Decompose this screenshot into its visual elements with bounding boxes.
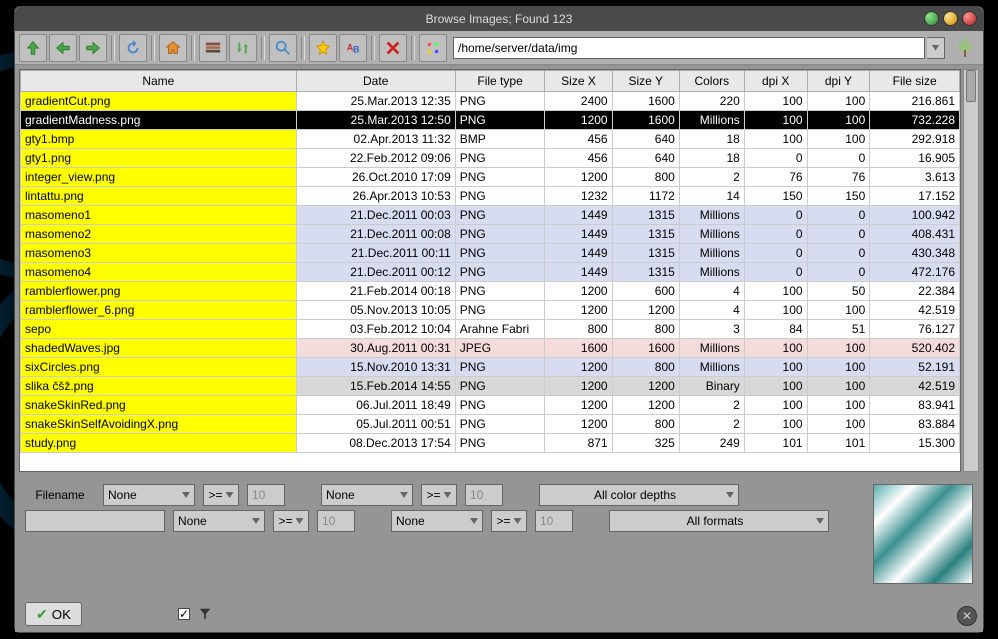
zoom-button[interactable]	[269, 34, 297, 62]
home-button[interactable]	[159, 34, 187, 62]
svg-text:B: B	[353, 44, 360, 54]
table-row[interactable]: gradientMadness.png25.Mar.2013 12:50PNG1…	[21, 111, 960, 130]
table-row[interactable]: ramblerflower_6.png05.Nov.2013 10:05PNG1…	[21, 301, 960, 320]
filter-panel: Filename None >= None >= All color depth…	[15, 472, 983, 596]
toolbar: AB	[15, 31, 983, 65]
filename-input[interactable]	[25, 510, 165, 532]
table-row[interactable]: lintattu.png26.Apr.2013 10:53PNG12321172…	[21, 187, 960, 206]
filter-op-3[interactable]: >=	[273, 510, 309, 532]
window-title: Browse Images; Found 123	[426, 12, 573, 26]
filter-op-2[interactable]: >=	[421, 484, 457, 506]
star-button[interactable]	[309, 34, 337, 62]
table-row[interactable]: masomeno121.Dec.2011 00:03PNG14491315Mil…	[21, 206, 960, 225]
ok-button[interactable]: ✔OK	[25, 602, 82, 626]
table-row[interactable]: gty1.bmp02.Apr.2013 11:32BMP456640181001…	[21, 130, 960, 149]
filter-val-2[interactable]	[465, 484, 503, 506]
forward-button[interactable]	[79, 34, 107, 62]
column-header[interactable]: Size X	[545, 71, 612, 92]
path-input[interactable]	[453, 37, 925, 59]
table-row[interactable]: integer_view.png26.Oct.2010 17:09PNG1200…	[21, 168, 960, 187]
filter-combo-1[interactable]: None	[103, 484, 195, 506]
file-table[interactable]: NameDateFile typeSize XSize YColorsdpi X…	[19, 69, 961, 472]
column-header[interactable]: Date	[296, 71, 455, 92]
text-color-button[interactable]: AB	[339, 34, 367, 62]
column-header[interactable]: Name	[21, 71, 297, 92]
column-header[interactable]: Colors	[679, 71, 744, 92]
table-row[interactable]: study.png08.Dec.2013 17:54PNG87132524910…	[21, 434, 960, 453]
maximize-button[interactable]	[943, 11, 958, 26]
browser-window: Browse Images; Found 123 AB	[14, 6, 984, 633]
back-button[interactable]	[49, 34, 77, 62]
format-combo[interactable]: All formats	[609, 510, 829, 532]
table-row[interactable]: gradientCut.png25.Mar.2013 12:35PNG24001…	[21, 92, 960, 111]
table-row[interactable]: shadedWaves.jpg30.Aug.2011 00:31JPEG1600…	[21, 339, 960, 358]
filter-combo-3[interactable]: None	[173, 510, 265, 532]
filter-op-4[interactable]: >=	[491, 510, 527, 532]
titlebar: Browse Images; Found 123	[15, 7, 983, 31]
path-dropdown[interactable]	[927, 37, 945, 59]
bottom-bar: ✔OK ✓	[15, 596, 983, 632]
funnel-icon	[198, 607, 212, 621]
close-button[interactable]	[962, 11, 977, 26]
reload-button[interactable]	[119, 34, 147, 62]
column-header[interactable]: File size	[870, 71, 960, 92]
minimize-button[interactable]	[924, 11, 939, 26]
column-header[interactable]: dpi Y	[807, 71, 870, 92]
sort-button[interactable]	[229, 34, 257, 62]
tree-icon[interactable]	[951, 34, 979, 62]
effects-button[interactable]	[419, 34, 447, 62]
table-row[interactable]: snakeSkinRed.png06.Jul.2011 18:49PNG1200…	[21, 396, 960, 415]
table-row[interactable]: sixCircles.png15.Nov.2010 13:31PNG120080…	[21, 358, 960, 377]
filter-combo-4[interactable]: None	[391, 510, 483, 532]
table-row[interactable]: sepo03.Feb.2012 10:04Arahne Fabri8008003…	[21, 320, 960, 339]
filename-label: Filename	[25, 488, 95, 502]
filter-op-1[interactable]: >=	[203, 484, 239, 506]
color-depth-combo[interactable]: All color depths	[539, 484, 739, 506]
table-row[interactable]: slika čšž.png15.Feb.2014 14:55PNG1200120…	[21, 377, 960, 396]
filter-val-3[interactable]	[317, 510, 355, 532]
filter-val-1[interactable]	[247, 484, 285, 506]
thumbnail-preview	[873, 484, 973, 584]
column-header[interactable]: File type	[455, 71, 545, 92]
table-row[interactable]: snakeSkinSelfAvoidingX.png05.Jul.2011 00…	[21, 415, 960, 434]
table-row[interactable]: ramblerflower.png21.Feb.2014 00:18PNG120…	[21, 282, 960, 301]
close-panel-button[interactable]: ✕	[957, 606, 977, 626]
column-header[interactable]: dpi X	[744, 71, 807, 92]
filter-combo-2[interactable]: None	[321, 484, 413, 506]
delete-button[interactable]	[379, 34, 407, 62]
column-header[interactable]: Size Y	[612, 71, 679, 92]
filter-checkbox[interactable]: ✓	[178, 608, 190, 620]
table-row[interactable]: masomeno321.Dec.2011 00:11PNG14491315Mil…	[21, 244, 960, 263]
table-row[interactable]: masomeno221.Dec.2011 00:08PNG14491315Mil…	[21, 225, 960, 244]
table-row[interactable]: masomeno421.Dec.2011 00:12PNG14491315Mil…	[21, 263, 960, 282]
palette-button[interactable]	[199, 34, 227, 62]
table-row[interactable]: gty1.png22.Feb.2012 09:06PNG456640180016…	[21, 149, 960, 168]
vertical-scrollbar[interactable]	[963, 69, 979, 472]
filter-val-4[interactable]	[535, 510, 573, 532]
up-button[interactable]	[19, 34, 47, 62]
